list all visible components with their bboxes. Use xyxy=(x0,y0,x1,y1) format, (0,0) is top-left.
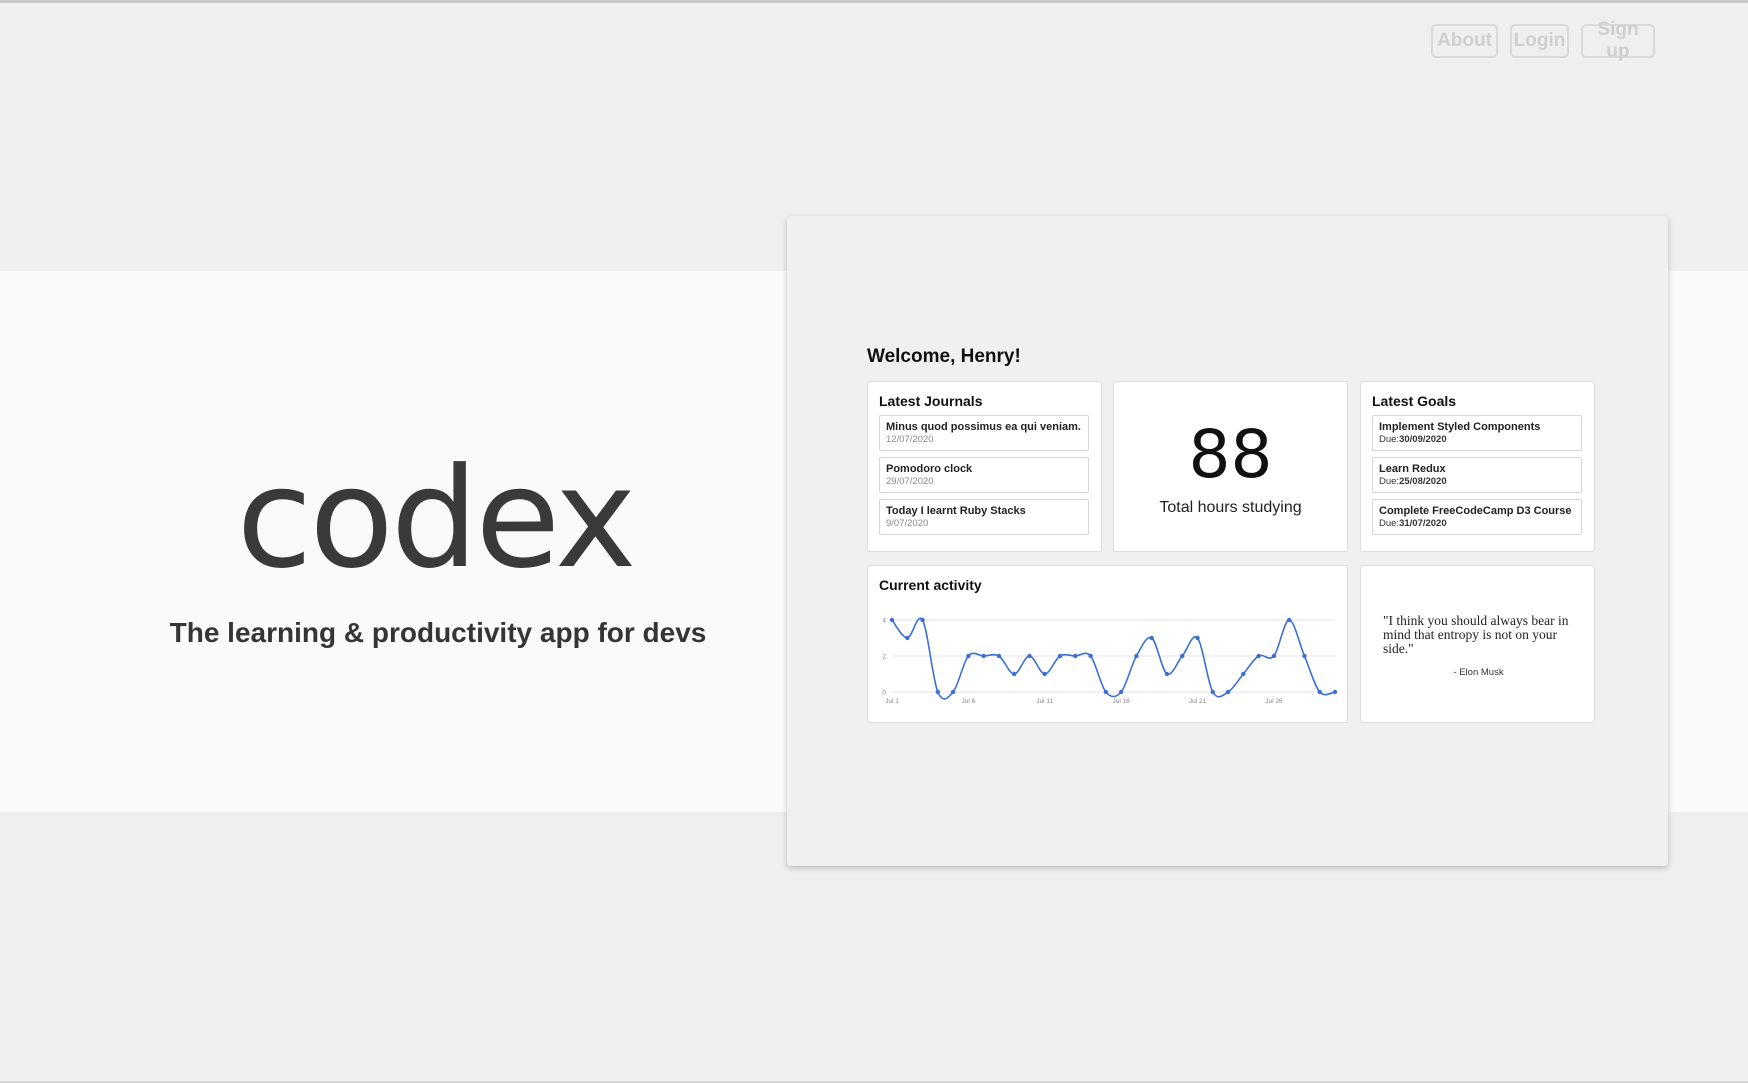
quote-panel: "I think you should always bear in mind … xyxy=(1360,565,1595,723)
journal-item[interactable]: Today I learnt Ruby Stacks 9/07/2020 xyxy=(879,499,1089,535)
activity-data-point xyxy=(1180,653,1185,659)
login-button[interactable]: Login xyxy=(1510,24,1569,58)
activity-data-point xyxy=(950,689,956,695)
y-tick-label: 2 xyxy=(882,654,886,661)
welcome-heading: Welcome, Henry! xyxy=(867,346,1021,367)
goal-due: Due:30/09/2020 xyxy=(1379,434,1575,446)
goal-title: Complete FreeCodeCamp D3 Course xyxy=(1379,505,1572,517)
activity-data-point xyxy=(1225,689,1231,695)
activity-data-point xyxy=(996,653,1002,659)
journal-date: 29/07/2020 xyxy=(886,476,934,487)
journal-item[interactable]: Minus quod possimus ea qui veniam. 12/07… xyxy=(879,415,1089,451)
activity-data-point xyxy=(1103,689,1109,695)
goal-due-date: 31/07/2020 xyxy=(1399,518,1447,529)
activity-data-point xyxy=(1057,653,1063,659)
activity-data-point xyxy=(1286,617,1292,623)
goal-title: Learn Redux xyxy=(1379,463,1446,475)
journal-title: Today I learnt Ruby Stacks xyxy=(886,505,1026,517)
activity-data-point xyxy=(920,617,925,623)
goal-due-prefix: Due: xyxy=(1379,434,1400,445)
activity-data-point xyxy=(935,689,941,695)
goal-item[interactable]: Implement Styled Components Due:30/09/20… xyxy=(1372,415,1582,451)
activity-data-point xyxy=(1271,653,1277,659)
activity-title: Current activity xyxy=(879,577,982,593)
dashboard-preview: Welcome, Henry! Latest Journals Minus qu… xyxy=(787,216,1668,866)
total-hours-value: 88 xyxy=(1188,416,1273,493)
top-border xyxy=(0,0,1748,3)
quote-author: - Elon Musk xyxy=(1453,667,1504,678)
activity-data-point xyxy=(1134,653,1139,659)
goal-due-prefix: Due: xyxy=(1379,476,1400,487)
y-tick-label: 4 xyxy=(882,618,886,625)
goals-title: Latest Goals xyxy=(1372,393,1457,409)
activity-data-point xyxy=(1241,671,1246,677)
activity-data-point xyxy=(1149,635,1154,641)
quote-text: "I think you should always bear in mind … xyxy=(1383,613,1569,656)
latest-journals-panel: Latest Journals Minus quod possimus ea q… xyxy=(867,381,1102,552)
x-tick-label: Jul 26 xyxy=(1265,698,1283,705)
journal-item[interactable]: Pomodoro clock 29/07/2020 xyxy=(879,457,1089,493)
x-tick-label: Jul 1 xyxy=(885,698,899,705)
journal-date: 12/07/2020 xyxy=(886,434,934,445)
top-nav: About Login Sign up xyxy=(1431,19,1655,62)
activity-data-point xyxy=(1042,671,1047,677)
activity-data-point xyxy=(1195,635,1200,641)
goal-item[interactable]: Complete FreeCodeCamp D3 Course Due:31/0… xyxy=(1372,499,1582,535)
tagline: The learning & productivity app for devs xyxy=(169,617,707,648)
goal-due-date: 30/09/2020 xyxy=(1399,434,1447,445)
activity-data-point xyxy=(1027,653,1032,659)
x-tick-label: Jul 6 xyxy=(962,698,976,705)
goal-title: Implement Styled Components xyxy=(1379,421,1541,433)
x-tick-label: Jul 21 xyxy=(1189,698,1207,705)
activity-data-point xyxy=(981,653,986,659)
journals-list: Minus quod possimus ea qui veniam. 12/07… xyxy=(879,415,1089,541)
goals-list: Implement Styled Components Due:30/09/20… xyxy=(1372,415,1582,541)
activity-data-point xyxy=(1012,671,1017,677)
journals-title: Latest Journals xyxy=(879,393,983,409)
signup-button[interactable]: Sign up xyxy=(1581,19,1655,62)
latest-goals-panel: Latest Goals Implement Styled Components… xyxy=(1360,381,1595,552)
journal-date: 9/07/2020 xyxy=(886,518,929,529)
activity-line-chart: 0 2 4 Jul 1 Jul 6 Jul 11 Jul 16 Jul 21 Jul 26 xyxy=(882,617,1338,705)
activity-data-point xyxy=(966,653,971,659)
activity-data-point xyxy=(1302,653,1307,659)
journal-title: Minus quod possimus ea qui veniam. xyxy=(886,421,1081,433)
activity-series-line xyxy=(891,617,1336,700)
total-hours-label: Total hours studying xyxy=(1159,499,1302,516)
activity-data-point xyxy=(1210,689,1215,695)
activity-data-point xyxy=(1256,653,1261,659)
total-hours-panel: 88 Total hours studying xyxy=(1113,381,1348,552)
activity-data-point xyxy=(905,635,910,641)
activity-data-point xyxy=(1118,689,1124,695)
x-tick-label: Jul 16 xyxy=(1112,698,1130,705)
journal-title: Pomodoro clock xyxy=(886,463,973,475)
goal-due-prefix: Due: xyxy=(1379,518,1400,529)
activity-data-point xyxy=(1332,689,1338,695)
activity-data-point xyxy=(1317,689,1322,695)
goal-due: Due:25/08/2020 xyxy=(1379,476,1575,488)
goal-due-date: 25/08/2020 xyxy=(1399,476,1447,487)
goal-item[interactable]: Learn Redux Due:25/08/2020 xyxy=(1372,457,1582,493)
about-button[interactable]: About xyxy=(1431,24,1498,58)
x-tick-label: Jul 11 xyxy=(1036,698,1053,705)
codex-logo: codex xyxy=(236,438,636,599)
activity-data-point xyxy=(1088,653,1093,659)
activity-data-point xyxy=(1164,671,1170,677)
current-activity-panel: Current activity 0 2 4 Jul 1 Jul 6 Jul 11 Jul … xyxy=(867,565,1348,723)
goal-due: Due:31/07/2020 xyxy=(1379,518,1575,530)
activity-data-point xyxy=(889,617,895,623)
y-tick-label: 0 xyxy=(882,690,886,697)
activity-data-point xyxy=(1073,653,1078,659)
